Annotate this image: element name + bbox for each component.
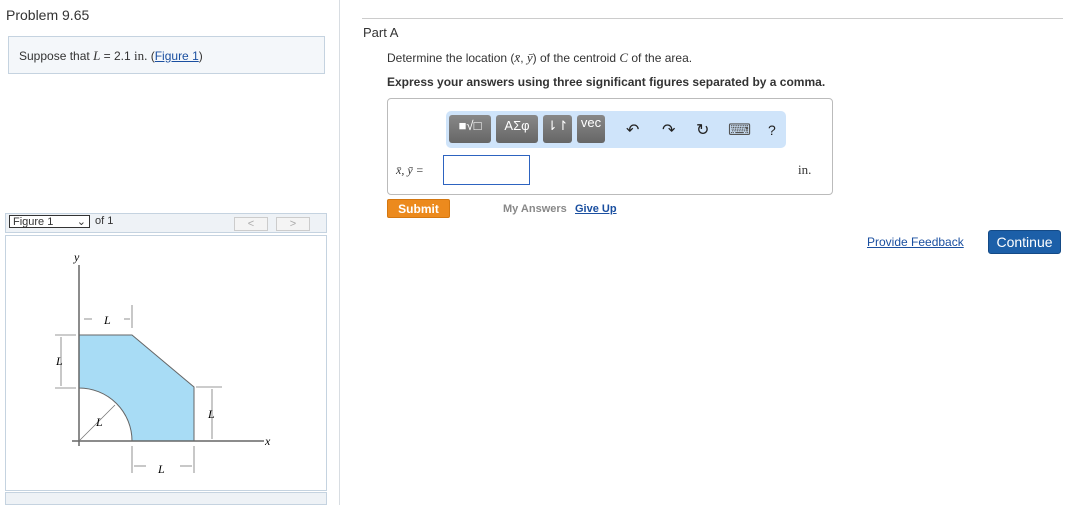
svg-text:L: L — [95, 415, 103, 429]
svg-text:L: L — [103, 313, 111, 327]
svg-text:L: L — [157, 462, 165, 476]
greek-button[interactable]: ΑΣφ — [496, 115, 538, 143]
part-title: Part A — [363, 25, 399, 40]
centroid-figure: y x L L L L L — [55, 250, 271, 476]
figure-footer — [5, 492, 327, 505]
y-axis-label: y — [73, 250, 80, 264]
paren: ( — [147, 49, 155, 63]
problem-text: Suppose that — [19, 49, 94, 63]
instruction-text: Express your answers using three signifi… — [387, 75, 826, 89]
figure-select-value: Figure 1 — [13, 216, 54, 228]
q2: ) of the centroid — [532, 51, 620, 65]
keyboard-icon[interactable]: ⌨ — [728, 120, 751, 140]
q-comma: , — [520, 51, 527, 65]
problem-value: = 2.1 — [100, 49, 134, 63]
problem-statement: Suppose that L = 2.1 in. (Figure 1) — [8, 36, 325, 74]
answer-unit: in. — [798, 162, 812, 177]
give-up-link[interactable]: Give Up — [575, 203, 617, 215]
help-icon[interactable]: ? — [768, 122, 776, 138]
next-figure-button[interactable]: > — [276, 217, 310, 231]
answer-label: x̄, ȳ = — [396, 163, 424, 177]
submit-button[interactable]: Submit — [387, 199, 450, 218]
redo-icon[interactable]: ↷ — [662, 120, 675, 140]
undo-icon[interactable]: ↶ — [626, 120, 639, 140]
answer-input[interactable] — [443, 155, 530, 185]
my-answers-link[interactable]: My Answers — [503, 203, 567, 215]
arrows-button[interactable]: ⇂↾ — [543, 115, 572, 143]
x-axis-label: x — [264, 434, 271, 448]
prev-figure-button[interactable]: < — [234, 217, 268, 231]
vec-button[interactable]: vec — [577, 115, 605, 143]
q3: of the area. — [628, 51, 693, 65]
question-text: Determine the location (x̄, ȳ) of the ce… — [387, 50, 692, 66]
continue-button[interactable]: Continue — [988, 230, 1061, 254]
paren: ) — [198, 49, 203, 63]
problem-unit: in. — [134, 48, 148, 63]
figure-panel: y x L L L L L — [5, 235, 327, 491]
chevron-down-icon: ⌄ — [76, 216, 86, 228]
provide-feedback-link[interactable]: Provide Feedback — [867, 235, 964, 249]
reset-icon[interactable]: ↻ — [696, 120, 709, 140]
svg-text:L: L — [207, 407, 215, 421]
figure-select[interactable]: Figure 1 ⌄ — [9, 215, 90, 228]
templates-button[interactable]: ■√□ — [449, 115, 491, 143]
q1: Determine the location ( — [387, 51, 515, 65]
centroid-C: C — [619, 50, 629, 65]
panel-divider[interactable] — [339, 0, 340, 505]
svg-text:L: L — [55, 354, 63, 368]
header-rule — [362, 18, 1063, 19]
problem-title: Problem 9.65 — [6, 7, 90, 23]
figure-link[interactable]: Figure 1 — [155, 49, 199, 63]
figure-count: of 1 — [95, 215, 114, 227]
